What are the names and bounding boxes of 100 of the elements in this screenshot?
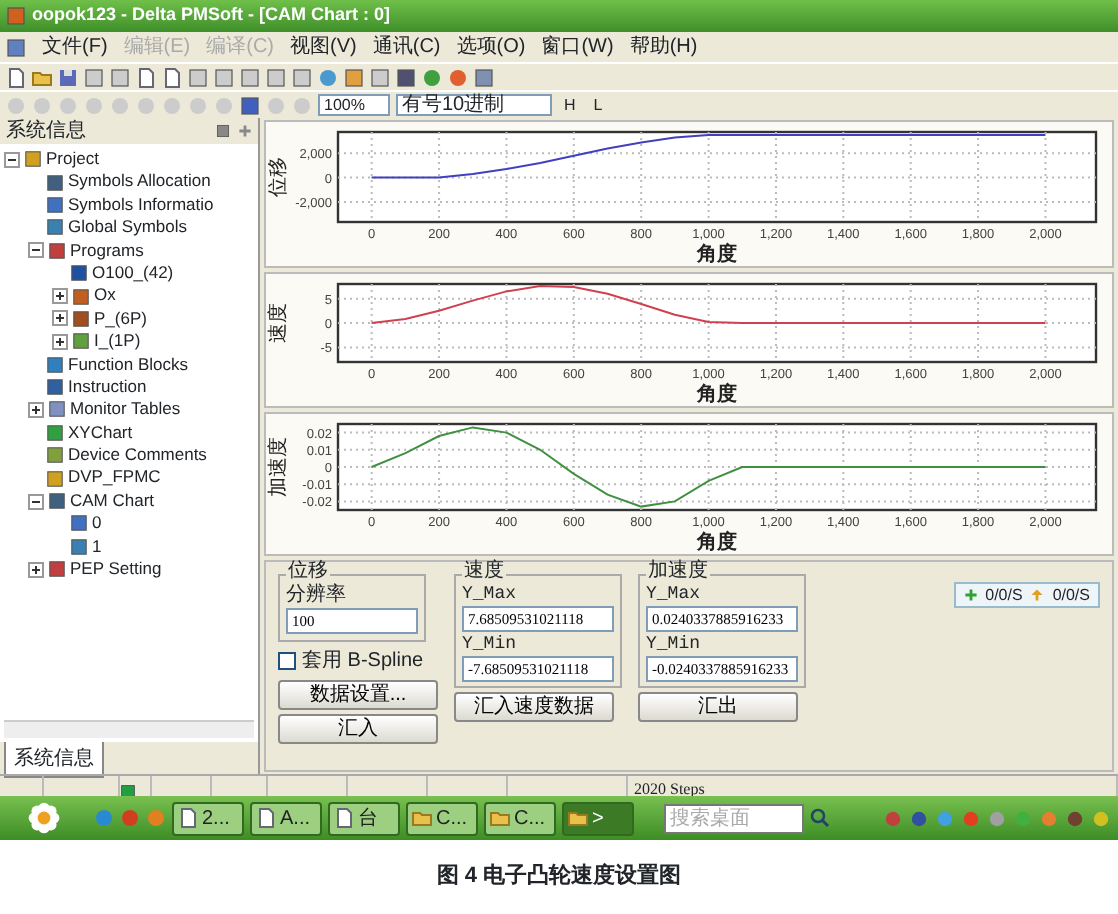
expand-icon[interactable] (28, 401, 44, 418)
group-title: 位移 (286, 562, 330, 582)
circle-icon[interactable] (1092, 809, 1110, 827)
circle-icon[interactable] (884, 809, 902, 827)
tree-item[interactable]: Ox (52, 284, 258, 308)
action-button[interactable]: 数据设置... (278, 679, 438, 709)
taskbar-button[interactable]: > (562, 801, 634, 835)
node-icon (46, 423, 64, 442)
expand-icon[interactable] (52, 333, 68, 350)
tree-item[interactable]: CAM Chart (28, 489, 258, 513)
taskbar-button[interactable]: C... (406, 801, 478, 835)
expand-icon[interactable] (28, 561, 44, 578)
node-icon (46, 446, 64, 465)
tree-item[interactable]: Project (4, 148, 258, 171)
circle-icon[interactable] (422, 67, 442, 87)
square-icon[interactable] (84, 67, 104, 87)
tree-item[interactable]: 1 (52, 535, 258, 559)
action-button[interactable]: 汇出 (638, 692, 798, 722)
taskbar-button[interactable]: A... (250, 801, 322, 835)
square-icon[interactable] (266, 67, 286, 87)
taskbar-button[interactable]: 台 (328, 801, 400, 835)
tree-item[interactable]: XYChart (28, 421, 258, 445)
tree-item[interactable]: Global Symbols (28, 216, 258, 240)
taskbar-button[interactable]: C... (484, 801, 556, 835)
field-label: 分辨率 (286, 584, 348, 608)
node-icon (72, 287, 90, 306)
node-icon (48, 560, 66, 579)
tree-item[interactable]: Instruction (28, 375, 258, 399)
action-button[interactable]: 汇入 (278, 713, 438, 743)
checkbox[interactable] (278, 651, 296, 669)
field-label: Y_Min (646, 633, 703, 655)
node-icon (46, 355, 64, 374)
tree-item[interactable]: 0 (52, 512, 258, 536)
tree-item[interactable]: Symbols Informatio (28, 193, 258, 217)
node-icon (72, 309, 90, 328)
zoom-dropdown[interactable]: 100% (318, 94, 390, 116)
tree-item[interactable]: Monitor Tables (28, 398, 258, 422)
square-icon[interactable] (214, 67, 234, 87)
axis-label: 角度 (697, 532, 737, 554)
up-arrow-icon (1030, 588, 1045, 602)
app-icon (6, 6, 26, 26)
node-icon (70, 514, 88, 533)
square-icon[interactable] (292, 67, 312, 87)
tree-item[interactable]: I_(1P) (52, 330, 258, 354)
expand-icon[interactable] (52, 288, 68, 305)
taskbar-button[interactable]: 2... (172, 801, 244, 835)
tree-item[interactable]: O100_(42) (52, 261, 258, 285)
node-icon (70, 264, 88, 283)
action-button[interactable]: 汇入速度数据 (454, 692, 614, 722)
search-field[interactable]: 搜索桌面 (664, 803, 804, 833)
circle-icon[interactable] (1066, 809, 1084, 827)
node-icon (72, 332, 90, 351)
toolbar-button[interactable]: H (558, 94, 582, 116)
rate-text: 0/0/S (1052, 583, 1090, 607)
flower-icon[interactable] (28, 802, 60, 834)
circle-icon[interactable] (910, 809, 928, 827)
tree-item[interactable]: P_(6P) (52, 307, 258, 331)
circle-icon[interactable] (448, 67, 468, 87)
circle-icon[interactable] (962, 809, 980, 827)
collapse-icon[interactable] (4, 151, 20, 168)
panel-tab[interactable]: 系统信息 (4, 742, 104, 778)
tree-item[interactable]: Device Comments (28, 444, 258, 467)
menu-item[interactable]: 通讯(C) (372, 37, 441, 57)
node-icon (46, 195, 64, 214)
tree-item[interactable]: DVP_FPMC (28, 466, 258, 490)
square-icon[interactable] (396, 67, 416, 87)
field-label: Y_Max (462, 584, 519, 606)
node-icon (46, 378, 64, 397)
collapse-icon[interactable] (28, 242, 44, 259)
search-icon[interactable] (810, 808, 830, 828)
node-icon (46, 469, 64, 488)
checkbox-label: 套用 B-Spline (302, 647, 424, 675)
node-icon (48, 492, 66, 511)
menu-item[interactable]: 文件(F) (42, 37, 108, 57)
tree-item[interactable]: Symbols Allocation (28, 170, 258, 194)
square-icon[interactable] (370, 67, 390, 87)
tree-item[interactable]: Programs (28, 239, 258, 262)
tree-item[interactable]: PEP Setting (28, 558, 258, 581)
square-icon[interactable] (240, 95, 260, 115)
group-title: 加速度 (646, 562, 710, 582)
tree-item[interactable]: Function Blocks (28, 353, 258, 376)
circle-icon[interactable] (318, 67, 338, 87)
square-icon[interactable] (474, 67, 494, 87)
menu-item[interactable]: 选项(O) (456, 37, 526, 57)
toolbar-button[interactable]: L (587, 94, 609, 116)
scrollbar[interactable] (4, 720, 254, 738)
folder-icon (568, 808, 588, 828)
square-icon[interactable] (110, 67, 130, 87)
square-icon[interactable] (240, 67, 260, 87)
menu-item[interactable]: 帮助(H) (629, 37, 698, 57)
square-icon[interactable] (344, 67, 364, 87)
plus-icon (963, 588, 978, 602)
square-icon[interactable] (188, 67, 208, 87)
collapse-icon[interactable] (28, 493, 44, 510)
circle-icon[interactable] (120, 808, 140, 828)
folder-icon[interactable] (32, 67, 52, 87)
menu-item[interactable]: 视图(V) (290, 37, 357, 57)
menu-item[interactable]: 窗口(W) (541, 37, 614, 57)
expand-icon[interactable] (52, 310, 68, 327)
format-dropdown[interactable]: 有号10进制 (396, 94, 552, 116)
